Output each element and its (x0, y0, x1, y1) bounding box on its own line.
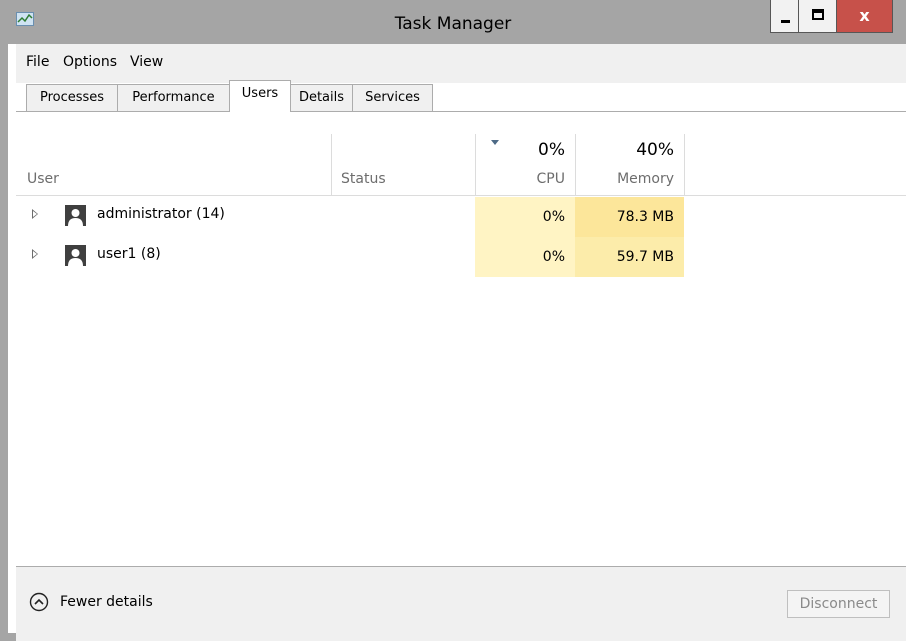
header-divider (16, 195, 906, 196)
chevron-up-circle-icon[interactable] (29, 592, 49, 612)
user-name: user1 (8) (97, 246, 161, 262)
column-header-cpu[interactable]: CPU (475, 171, 565, 187)
user-icon (65, 245, 86, 266)
task-manager-window: Task Manager x File Options View Process… (0, 0, 906, 641)
title-bar[interactable]: Task Manager x (0, 0, 906, 44)
close-button[interactable]: x (837, 0, 893, 33)
memory-value: 78.3 MB (575, 197, 684, 237)
menu-file[interactable]: File (26, 54, 49, 70)
cpu-total-percent[interactable]: 0% (475, 140, 565, 160)
menu-options[interactable]: Options (63, 54, 117, 70)
memory-value: 59.7 MB (575, 237, 684, 277)
column-separator[interactable] (684, 134, 685, 195)
user-icon (65, 205, 86, 226)
disconnect-button[interactable]: Disconnect (787, 590, 890, 618)
cpu-value: 0% (475, 237, 575, 277)
tab-users[interactable]: Users (229, 80, 291, 112)
maximize-button[interactable] (799, 0, 837, 33)
tab-processes[interactable]: Processes (26, 84, 118, 111)
tab-performance[interactable]: Performance (117, 84, 230, 111)
menu-view[interactable]: View (130, 54, 163, 70)
expand-arrow-icon[interactable] (32, 209, 38, 219)
menu-bar: File Options View (16, 44, 906, 83)
maximize-icon (812, 9, 824, 20)
user-name: administrator (14) (97, 206, 225, 222)
fewer-details-link[interactable]: Fewer details (60, 594, 153, 610)
column-header-status[interactable]: Status (341, 171, 386, 187)
user-row-user1[interactable]: user1 (8) 0% 59.7 MB (16, 237, 906, 277)
tab-strip-divider (16, 111, 906, 112)
minimize-button[interactable] (770, 0, 799, 33)
footer-bar: Fewer details Disconnect (16, 567, 906, 641)
user-row-administrator[interactable]: administrator (14) 0% 78.3 MB (16, 197, 906, 237)
minimize-icon (781, 20, 790, 23)
column-header-memory[interactable]: Memory (575, 171, 674, 187)
memory-total-percent[interactable]: 40% (575, 140, 674, 160)
cpu-value: 0% (475, 197, 575, 237)
close-icon: x (859, 6, 870, 25)
tab-services[interactable]: Services (352, 84, 433, 111)
column-header-user[interactable]: User (27, 171, 59, 187)
tab-details[interactable]: Details (290, 84, 353, 111)
client-area: File Options View Processes Performance … (16, 44, 906, 641)
expand-arrow-icon[interactable] (32, 249, 38, 259)
column-separator[interactable] (331, 134, 332, 195)
